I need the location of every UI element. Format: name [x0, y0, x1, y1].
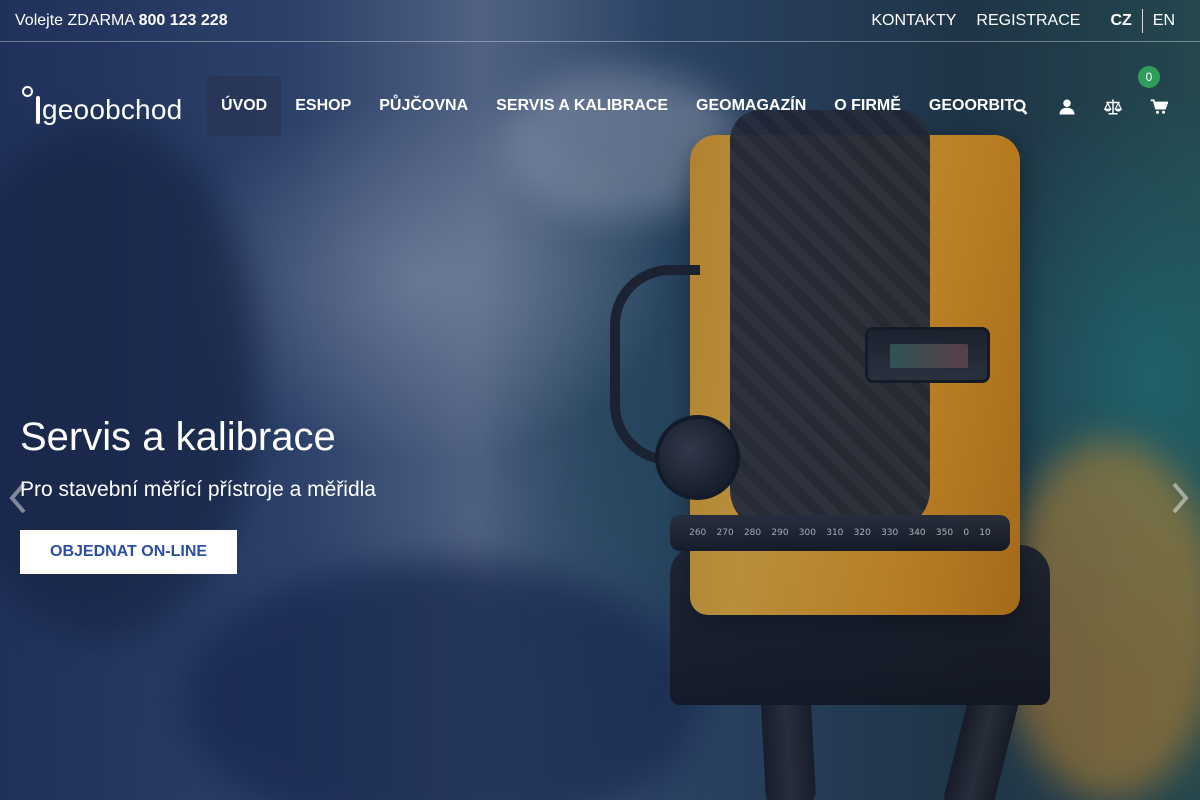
main-header: geoobchod ÚVOD ESHOP PŮJČOVNA SERVIS A K… [0, 42, 1200, 152]
contacts-link[interactable]: KONTAKTY [871, 12, 956, 30]
top-links: KONTAKTY REGISTRACE CZ EN [871, 8, 1185, 33]
hero-slide: Servis a kalibrace Pro stavební měřící p… [20, 415, 376, 574]
slider-prev-button[interactable] [6, 478, 30, 518]
cart-count-badge: 0 [1138, 66, 1160, 88]
slide-subtitle: Pro stavební měřící přístroje a měřidla [20, 478, 376, 501]
nav-item-servis[interactable]: SERVIS A KALIBRACE [482, 76, 682, 136]
main-nav: ÚVOD ESHOP PŮJČOVNA SERVIS A KALIBRACE G… [207, 76, 1028, 136]
slide-title: Servis a kalibrace [20, 415, 336, 459]
language-switcher: CZ EN [1100, 8, 1185, 33]
user-icon[interactable] [1056, 96, 1078, 118]
search-icon[interactable] [1010, 96, 1032, 118]
logo[interactable]: geoobchod [22, 84, 182, 128]
language-en[interactable]: EN [1143, 12, 1185, 30]
chevron-left-icon [9, 482, 26, 514]
phone-contact: Volejte ZDARMA 800 123 228 [15, 12, 228, 30]
order-online-button[interactable]: OBJEDNAT ON-LINE [20, 530, 238, 574]
nav-item-o-firme[interactable]: O FIRMĚ [820, 76, 915, 136]
header-icons: 0 [1010, 66, 1170, 118]
phone-label: Volejte ZDARMA [15, 11, 135, 29]
logo-icon [22, 84, 42, 128]
top-bar: Volejte ZDARMA 800 123 228 KONTAKTY REGI… [0, 0, 1200, 42]
nav-item-eshop[interactable]: ESHOP [281, 76, 365, 136]
compare-scales-icon[interactable] [1102, 96, 1124, 118]
language-cz[interactable]: CZ [1100, 12, 1141, 30]
logo-text: geoobchod [42, 94, 183, 125]
nav-item-pujcovna[interactable]: PŮJČOVNA [365, 76, 482, 136]
registration-link[interactable]: REGISTRACE [976, 12, 1080, 30]
nav-item-geomagazin[interactable]: GEOMAGAZÍN [682, 76, 820, 136]
slider-next-button[interactable] [1168, 478, 1192, 518]
nav-item-uvod[interactable]: ÚVOD [207, 76, 282, 136]
cart-icon[interactable]: 0 [1138, 66, 1170, 118]
chevron-right-icon [1172, 482, 1189, 514]
phone-number[interactable]: 800 123 228 [139, 12, 228, 29]
